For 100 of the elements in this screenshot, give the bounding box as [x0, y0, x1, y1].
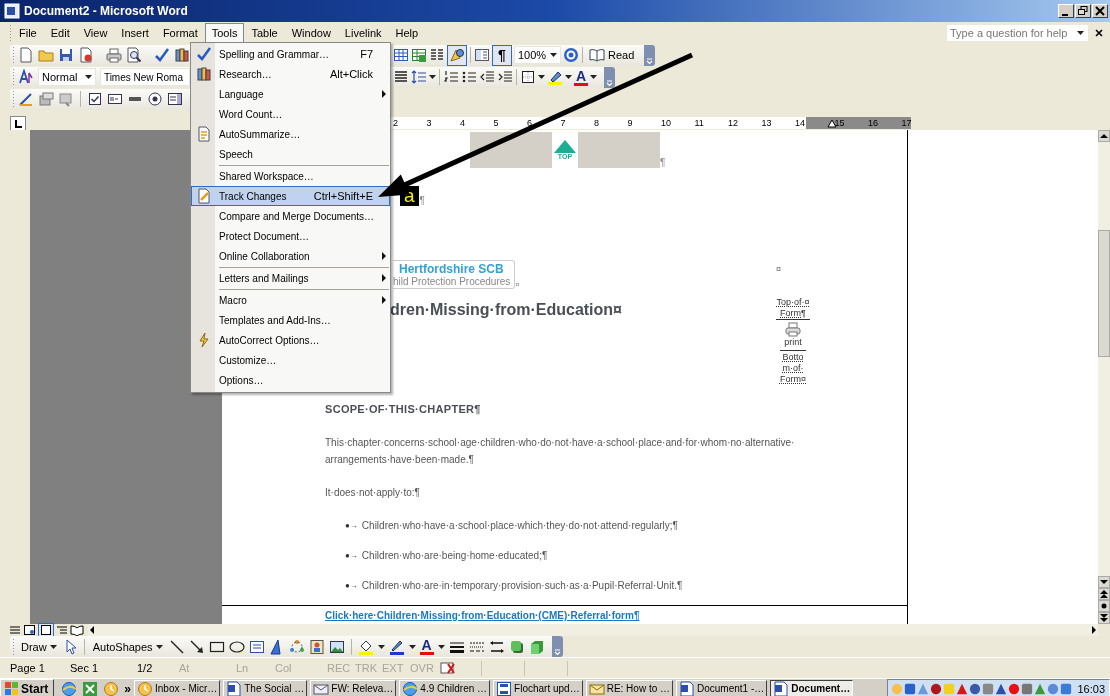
- books-icon[interactable]: [196, 66, 212, 82]
- status-bar-book-icon[interactable]: [439, 660, 457, 676]
- browse-object-icon[interactable]: [1099, 601, 1109, 611]
- help-search-field[interactable]: Type a question for help: [947, 25, 1088, 41]
- toolbar-grip[interactable]: [12, 45, 15, 65]
- 3d-box-icon[interactable]: [528, 638, 545, 655]
- caret-icon[interactable]: [429, 75, 436, 79]
- numbered-list-icon[interactable]: [443, 69, 459, 85]
- properties-icon[interactable]: [38, 91, 54, 107]
- menu-item[interactable]: Insert: [114, 23, 156, 43]
- menu-item[interactable]: Table: [244, 23, 285, 43]
- caret-icon[interactable]: [377, 644, 385, 649]
- next-page-icon[interactable]: [1099, 613, 1109, 623]
- spelling-check-icon[interactable]: [154, 47, 170, 63]
- font-color-button[interactable]: A: [419, 638, 434, 655]
- show-formatting-button[interactable]: ¶: [492, 44, 512, 66]
- increase-indent-icon[interactable]: [497, 69, 513, 85]
- menu-item[interactable]: Livelink: [337, 23, 389, 43]
- checkbox-icon[interactable]: [87, 91, 103, 107]
- previous-page-icon[interactable]: [1099, 589, 1109, 599]
- indent-marker-icon[interactable]: [826, 118, 837, 128]
- scroll-up-icon[interactable]: [1099, 132, 1109, 140]
- printer-icon[interactable]: [106, 47, 122, 63]
- read-button[interactable]: Read: [586, 47, 638, 63]
- caret-icon[interactable]: [155, 644, 163, 649]
- tray-icon[interactable]: [1021, 682, 1034, 695]
- menu-option[interactable]: Options…: [191, 370, 390, 390]
- taskbar-button[interactable]: 4.9 Children …: [399, 679, 491, 696]
- open-book-icon[interactable]: [589, 47, 605, 63]
- styles-icon[interactable]: [18, 69, 34, 85]
- menu-option[interactable]: AutoSummarize…: [191, 124, 390, 144]
- menu-option[interactable]: Protect Document…: [191, 226, 390, 246]
- scroll-right-icon[interactable]: [1090, 625, 1098, 635]
- spelling-check-icon[interactable]: [196, 46, 212, 62]
- caret-icon[interactable]: [565, 75, 572, 79]
- spreadsheet-icon[interactable]: [411, 47, 427, 63]
- menu-item[interactable]: Tools: [204, 23, 245, 45]
- menu-item[interactable]: Window: [284, 23, 338, 43]
- arrow-style-icon[interactable]: [488, 638, 505, 655]
- font-color-button[interactable]: A: [574, 68, 589, 86]
- tray-icon[interactable]: [982, 682, 995, 695]
- taskbar-button[interactable]: RE: How to …: [585, 679, 673, 696]
- tray-icon[interactable]: [1034, 682, 1047, 695]
- more-shortcuts-button[interactable]: »: [124, 681, 132, 696]
- decrease-indent-icon[interactable]: [479, 69, 495, 85]
- draw-menu-button[interactable]: Draw: [18, 640, 60, 653]
- normal-view-icon[interactable]: [8, 624, 22, 636]
- taskbar-button[interactable]: Document…: [770, 679, 854, 696]
- tray-icon[interactable]: [956, 682, 969, 695]
- outline-view-icon[interactable]: [55, 624, 69, 636]
- taskbar-button[interactable]: The Social …: [223, 679, 308, 696]
- zoom-dropdown[interactable]: 100%: [514, 46, 561, 64]
- document-lock-icon[interactable]: [78, 47, 94, 63]
- caret-icon[interactable]: [437, 644, 445, 649]
- diagram-icon[interactable]: [288, 638, 305, 655]
- form-shading-icon[interactable]: [58, 91, 74, 107]
- clock-icon[interactable]: [103, 680, 120, 696]
- font-dropdown[interactable]: Times New Roma: [99, 68, 190, 86]
- menu-option[interactable]: Customize…: [191, 350, 390, 370]
- taskbar-button[interactable]: FW: Releva…: [310, 679, 397, 696]
- autoshapes-menu-button[interactable]: AutoShapes: [89, 640, 166, 653]
- scroll-left-icon[interactable]: [88, 625, 96, 635]
- web-layout-icon[interactable]: [23, 624, 37, 636]
- vertical-scrollbar[interactable]: [1098, 130, 1110, 624]
- toolbar-grip[interactable]: [9, 23, 12, 43]
- paint-bucket-icon[interactable]: [357, 638, 374, 655]
- menu-option[interactable]: Spelling and Grammar… F7: [191, 44, 390, 64]
- scroll-down-icon[interactable]: [1099, 578, 1109, 586]
- new-document-icon[interactable]: [18, 47, 34, 63]
- lightning-icon[interactable]: [196, 332, 212, 348]
- arrow-icon[interactable]: [188, 638, 205, 655]
- align-justify-icon[interactable]: [393, 69, 409, 85]
- tray-icon[interactable]: [1060, 682, 1073, 695]
- start-button[interactable]: Start: [0, 679, 55, 696]
- caret-icon[interactable]: [84, 75, 92, 79]
- tray-icon[interactable]: [969, 682, 982, 695]
- word-app-icon[interactable]: [4, 3, 20, 19]
- menu-option[interactable]: Track Changes Ctrl+Shift+E: [191, 186, 390, 206]
- clip-art-icon[interactable]: [308, 638, 325, 655]
- menu-option[interactable]: Compare and Merge Documents…: [191, 206, 390, 226]
- line-color-icon[interactable]: [388, 638, 405, 655]
- table-icon[interactable]: [393, 47, 409, 63]
- caret-icon[interactable]: [1077, 31, 1084, 35]
- print-link[interactable]: print: [784, 320, 802, 350]
- line-spacing-icon[interactable]: [411, 69, 427, 85]
- reading-layout-icon[interactable]: [70, 624, 84, 636]
- scroll-thumb[interactable]: [1098, 230, 1110, 357]
- menu-option[interactable]: Research… Alt+Click: [191, 64, 390, 84]
- tray-icon[interactable]: [930, 682, 943, 695]
- shadow-icon[interactable]: [508, 638, 525, 655]
- text-field-icon[interactable]: [107, 91, 123, 107]
- list-box-icon[interactable]: [167, 91, 183, 107]
- document-map-icon[interactable]: [474, 47, 490, 63]
- menu-option[interactable]: Online Collaboration: [191, 246, 390, 266]
- autosummarize-icon[interactable]: [196, 126, 212, 142]
- menu-item[interactable]: View: [76, 23, 115, 43]
- menu-option[interactable]: Language: [191, 84, 390, 104]
- columns-icon[interactable]: [429, 47, 445, 63]
- taskbar-button[interactable]: Inbox - Micr…: [134, 679, 221, 696]
- toolbar-grip[interactable]: [12, 67, 15, 87]
